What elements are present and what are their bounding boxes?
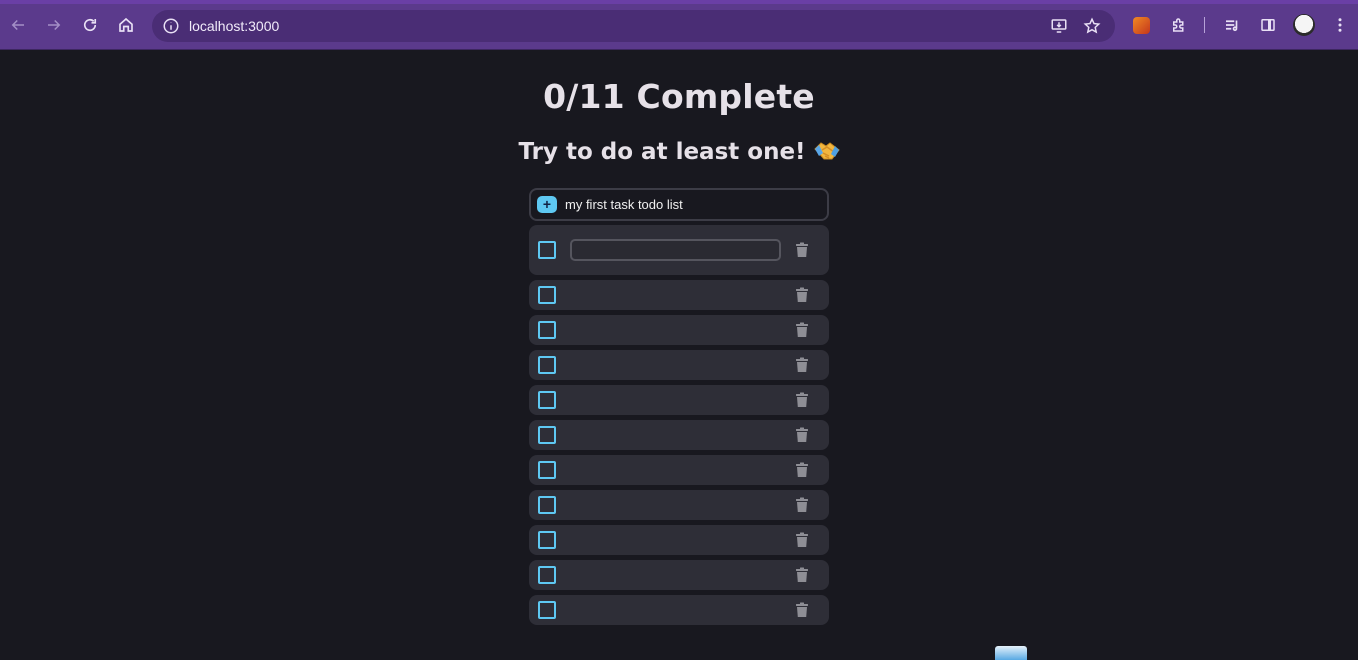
tab-strip <box>0 0 1358 4</box>
trash-icon[interactable] <box>795 602 809 618</box>
reload-icon <box>83 18 97 32</box>
todo-item <box>529 420 829 450</box>
todo-checkbox[interactable] <box>538 356 556 374</box>
todo-item <box>529 350 829 380</box>
todo-checkbox[interactable] <box>538 321 556 339</box>
todo-item <box>529 225 829 275</box>
new-todo-input[interactable] <box>565 192 815 217</box>
handshake-icon <box>813 142 840 160</box>
menu-button[interactable] <box>1328 13 1352 37</box>
extensions-button[interactable] <box>1167 13 1191 37</box>
todo-edit-input[interactable] <box>570 239 781 261</box>
trash-icon[interactable] <box>795 242 809 258</box>
todo-item <box>529 490 829 520</box>
todo-checkbox[interactable] <box>538 601 556 619</box>
todo-item <box>529 595 829 625</box>
trash-icon[interactable] <box>795 532 809 548</box>
url-text[interactable]: localhost:3000 <box>189 18 279 34</box>
back-button[interactable] <box>6 13 30 37</box>
todo-checkbox[interactable] <box>538 566 556 584</box>
address-bar[interactable]: localhost:3000 <box>152 10 1115 42</box>
extension-icon[interactable] <box>1133 17 1150 34</box>
page-title: 0/11 Complete <box>543 77 815 116</box>
todo-checkbox[interactable] <box>538 531 556 549</box>
trash-icon[interactable] <box>795 287 809 303</box>
side-panel-icon <box>1261 19 1275 31</box>
todo-item <box>529 455 829 485</box>
page-subtitle: Try to do at least one! <box>0 139 1358 165</box>
new-todo-form: + <box>529 188 829 221</box>
home-button[interactable] <box>114 13 138 37</box>
reload-button[interactable] <box>78 13 102 37</box>
todo-checkbox[interactable] <box>538 426 556 444</box>
subtitle-text: Try to do at least one! <box>518 139 806 165</box>
forward-button[interactable] <box>42 13 66 37</box>
arrow-right-icon <box>48 19 61 31</box>
todo-checkbox[interactable] <box>538 391 556 409</box>
arrow-left-icon <box>11 19 24 31</box>
todo-checkbox[interactable] <box>538 286 556 304</box>
trash-icon[interactable] <box>795 497 809 513</box>
trash-icon[interactable] <box>795 427 809 443</box>
toolbar-separator <box>1204 17 1205 33</box>
star-icon[interactable] <box>1083 17 1101 35</box>
trash-icon[interactable] <box>795 567 809 583</box>
home-icon <box>119 17 133 32</box>
trash-icon[interactable] <box>795 322 809 338</box>
todo-item <box>529 560 829 590</box>
install-app-icon[interactable] <box>1050 17 1068 35</box>
todo-item <box>529 280 829 310</box>
todo-page: 0/11 Complete Try to do at least one! + <box>0 50 1358 660</box>
broken-image-icon <box>995 646 1027 660</box>
add-todo-button[interactable]: + <box>537 196 557 213</box>
trash-icon[interactable] <box>795 462 809 478</box>
trash-icon[interactable] <box>795 392 809 408</box>
media-button[interactable] <box>1220 13 1244 37</box>
todo-item <box>529 385 829 415</box>
info-icon[interactable] <box>162 17 180 35</box>
profile-avatar[interactable] <box>1293 14 1315 36</box>
todo-checkbox[interactable] <box>538 241 556 259</box>
todo-item <box>529 525 829 555</box>
todo-item <box>529 315 829 345</box>
trash-icon[interactable] <box>795 357 809 373</box>
media-queue-icon <box>1226 20 1238 32</box>
kebab-menu-icon <box>1338 18 1342 32</box>
browser-toolbar: localhost:3000 <box>0 0 1358 50</box>
todo-checkbox[interactable] <box>538 461 556 479</box>
side-panel-button[interactable] <box>1256 13 1280 37</box>
puzzle-icon <box>1173 18 1184 32</box>
todo-checkbox[interactable] <box>538 496 556 514</box>
